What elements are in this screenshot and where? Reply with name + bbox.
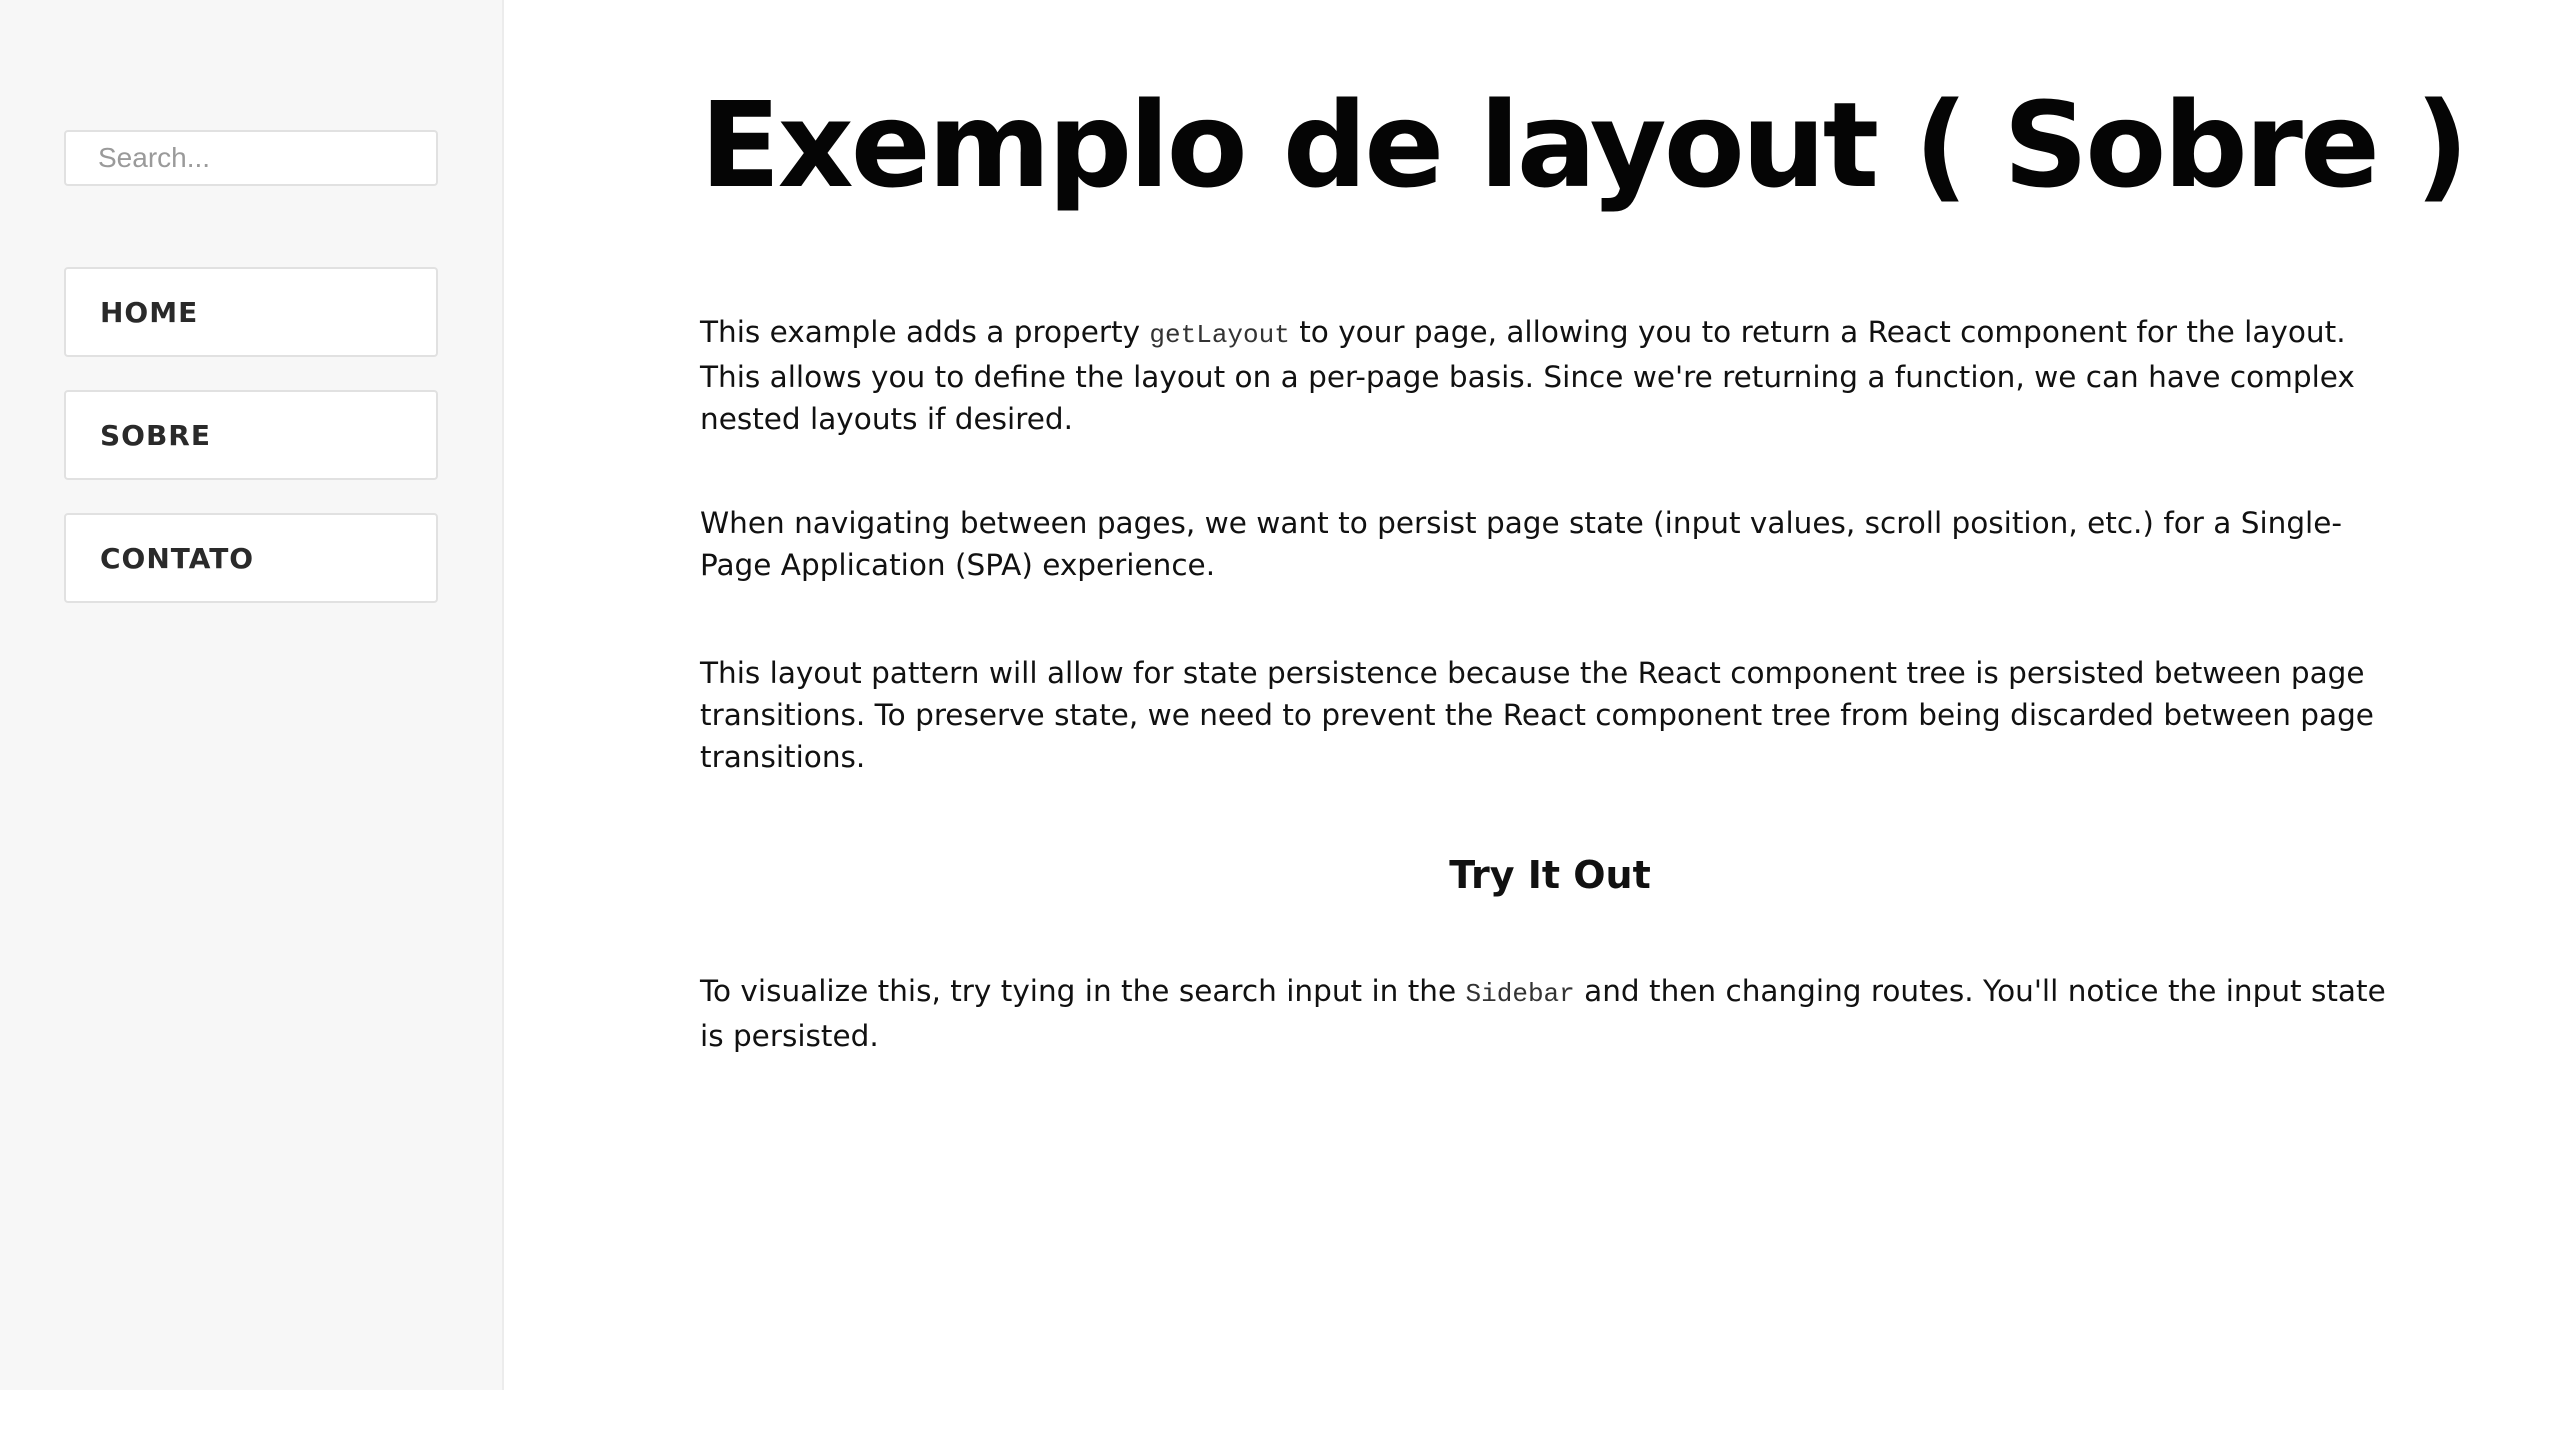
paragraph-persistence: This layout pattern will allow for state…: [700, 656, 2374, 774]
nav-item-contato[interactable]: CONTATO: [64, 513, 438, 603]
page-title: Exemplo de layout ( Sobre ): [700, 76, 2469, 214]
paragraph-intro: This example adds a property getLayout t…: [700, 311, 2400, 440]
sidebar: HOME SOBRE CONTATO: [0, 0, 504, 1390]
paragraph-visualize-text-1: To visualize this, try tying in the sear…: [700, 974, 1466, 1008]
nav-item-sobre[interactable]: SOBRE: [64, 390, 438, 480]
paragraph-visualize: To visualize this, try tying in the sear…: [700, 970, 2400, 1057]
search-input[interactable]: [64, 130, 438, 186]
nav-item-home[interactable]: HOME: [64, 267, 438, 357]
paragraph-intro-text-1: This example adds a property: [700, 315, 1150, 349]
try-it-out-heading: Try It Out: [1449, 853, 1651, 897]
page: HOME SOBRE CONTATO Exemplo de layout ( S…: [0, 0, 2560, 1440]
paragraph-navigation: When navigating between pages, we want t…: [700, 506, 2343, 582]
code-getlayout: getLayout: [1149, 320, 1290, 350]
code-sidebar: Sidebar: [1465, 979, 1575, 1009]
